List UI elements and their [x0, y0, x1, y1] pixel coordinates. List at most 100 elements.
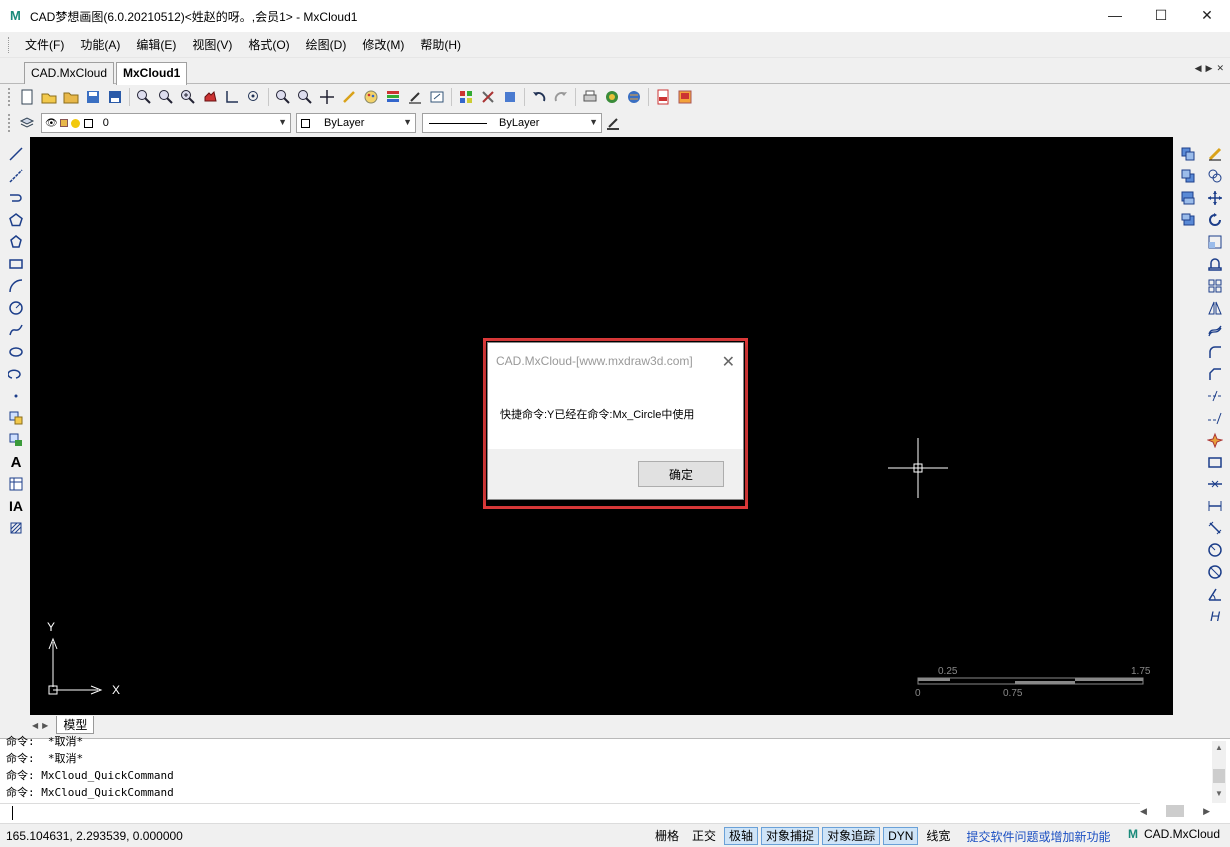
scroll-left-icon[interactable]: ◀ [1140, 806, 1147, 817]
ortho-toggle[interactable]: 正交 [687, 827, 721, 845]
toolbar-grip[interactable] [8, 88, 11, 106]
erase-icon[interactable] [1203, 143, 1227, 165]
break-icon[interactable] [1203, 451, 1227, 473]
arc-tool-icon[interactable] [4, 275, 28, 297]
dyn-toggle[interactable]: DYN [883, 827, 919, 845]
pan-icon[interactable] [199, 86, 221, 108]
copy-icon[interactable] [1203, 165, 1227, 187]
table-tool-icon[interactable] [4, 473, 28, 495]
tab-prev-icon[interactable]: ◀ [1195, 63, 1202, 74]
polyline-tool-icon[interactable] [4, 187, 28, 209]
new-file-icon[interactable] [16, 86, 38, 108]
zoom-scale-icon[interactable] [294, 86, 316, 108]
construction-line-icon[interactable] [4, 165, 28, 187]
menu-format[interactable]: 格式(O) [240, 34, 297, 56]
linetype-select[interactable]: ByLayer ▼ [422, 113, 602, 133]
mtext-tool-icon[interactable]: IA [4, 495, 28, 517]
ok-button[interactable]: 确定 [638, 461, 724, 487]
grid-toggle[interactable]: 栅格 [650, 827, 684, 845]
layer-manager-icon[interactable] [16, 112, 38, 134]
export-icon[interactable] [426, 86, 448, 108]
otrack-toggle[interactable]: 对象追踪 [822, 827, 881, 845]
zoom-window-icon[interactable] [155, 86, 177, 108]
pdf-icon[interactable] [652, 86, 674, 108]
fillet-icon[interactable] [1203, 341, 1227, 363]
zoom-in-icon[interactable] [177, 86, 199, 108]
menu-grip[interactable] [8, 36, 11, 53]
linear-dimension-icon[interactable] [1203, 495, 1227, 517]
circle-tool-icon[interactable] [4, 297, 28, 319]
hatch-tool-icon[interactable] [4, 517, 28, 539]
ellipse-arc-tool-icon[interactable] [4, 363, 28, 385]
image-export-icon[interactable] [674, 86, 696, 108]
trim-icon[interactable] [1203, 385, 1227, 407]
menu-edit[interactable]: 编辑(E) [128, 34, 184, 56]
tools-icon[interactable] [477, 86, 499, 108]
globe-icon[interactable] [623, 86, 645, 108]
redo-icon[interactable] [550, 86, 572, 108]
palette-icon[interactable] [360, 86, 382, 108]
ordinate-dimension-icon[interactable]: H [1203, 605, 1227, 627]
lineweight-icon[interactable] [602, 112, 624, 134]
save-as-icon[interactable] [104, 86, 126, 108]
scroll-thumb[interactable] [1213, 769, 1225, 783]
match-properties-icon[interactable] [404, 86, 426, 108]
close-icon[interactable]: ✕ [722, 352, 735, 372]
toolbar-grip[interactable] [8, 114, 11, 132]
scroll-right-icon[interactable]: ▶ [1203, 806, 1210, 817]
menu-help[interactable]: 帮助(H) [412, 34, 469, 56]
polar-toggle[interactable]: 极轴 [724, 827, 759, 845]
close-window-button[interactable]: ✕ [1184, 0, 1230, 30]
undo-icon[interactable] [528, 86, 550, 108]
layer-select[interactable]: 👁 0 ▼ [41, 113, 291, 133]
zoom-extents-icon[interactable] [243, 86, 265, 108]
scroll-down-icon[interactable]: ▼ [1215, 789, 1223, 798]
insert-block-icon[interactable] [4, 407, 28, 429]
zoom-realtime-icon[interactable] [133, 86, 155, 108]
spline-tool-icon[interactable] [4, 319, 28, 341]
ellipse-tool-icon[interactable] [4, 341, 28, 363]
tab-next-icon[interactable]: ▶ [1206, 63, 1213, 74]
rotate-icon[interactable] [1203, 209, 1227, 231]
tab-model[interactable]: 模型 [56, 716, 95, 734]
explode-icon[interactable] [1203, 429, 1227, 451]
menu-file[interactable]: 文件(F) [17, 34, 72, 56]
scroll-up-icon[interactable]: ▲ [1215, 743, 1223, 752]
move-view-icon[interactable] [316, 86, 338, 108]
horizontal-scrollbar[interactable]: ◀ ▶ [1140, 803, 1210, 819]
menu-view[interactable]: 视图(V) [184, 34, 240, 56]
angular-dimension-icon[interactable] [1203, 583, 1227, 605]
layout-prev-icon[interactable]: ◀ [32, 721, 38, 730]
move-icon[interactable] [1203, 187, 1227, 209]
maximize-button[interactable]: ☐ [1138, 0, 1184, 30]
array-icon[interactable] [1203, 275, 1227, 297]
pentagon-tool-icon[interactable] [4, 231, 28, 253]
tab-cad-mxcloud[interactable]: CAD.MxCloud [24, 62, 115, 84]
send-under-icon[interactable] [1176, 209, 1200, 231]
point-tool-icon[interactable] [4, 385, 28, 407]
hscroll-thumb[interactable] [1166, 805, 1184, 817]
brush-icon[interactable] [338, 86, 360, 108]
text-tool-icon[interactable]: A [4, 451, 28, 473]
bring-front-icon[interactable] [1176, 143, 1200, 165]
minimize-button[interactable]: — [1092, 0, 1138, 30]
mirror-icon[interactable] [1203, 297, 1227, 319]
print-icon[interactable] [579, 86, 601, 108]
blue-arrow-icon[interactable] [499, 86, 521, 108]
offset-icon[interactable] [1203, 319, 1227, 341]
bring-above-icon[interactable] [1176, 187, 1200, 209]
zoom-previous-icon[interactable] [272, 86, 294, 108]
command-input[interactable] [0, 803, 1140, 821]
tab-mxcloud1[interactable]: MxCloud1 [116, 62, 188, 85]
tab-close-icon[interactable]: ✕ [1216, 63, 1224, 74]
osnap-toggle[interactable]: 对象捕捉 [761, 827, 820, 845]
menu-function[interactable]: 功能(A) [72, 34, 128, 56]
polygon-tool-icon[interactable] [4, 209, 28, 231]
render-icon[interactable] [601, 86, 623, 108]
lineweight-toggle[interactable]: 线宽 [921, 827, 955, 845]
command-scrollbar[interactable]: ▲ ▼ [1212, 741, 1226, 803]
open-file-icon[interactable] [38, 86, 60, 108]
dialog-title-bar[interactable]: CAD.MxCloud-[www.mxdraw3d.com] ✕ [488, 343, 743, 379]
color-select[interactable]: ByLayer ▼ [296, 113, 416, 133]
ucs-icon[interactable] [221, 86, 243, 108]
